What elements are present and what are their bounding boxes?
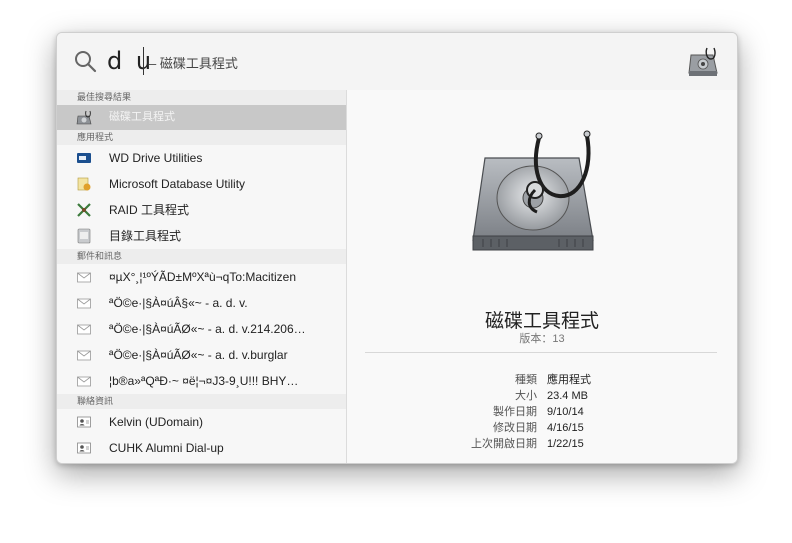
search-input[interactable]: d u — [107, 47, 154, 75]
contact-card-icon — [77, 416, 91, 428]
result-app[interactable]: WD Drive Utilities — [57, 145, 346, 171]
preview-pane: 磁碟工具程式 版本：13 種類 應用程式 大小 23.4 MB 製作日期 9/1… — [347, 90, 737, 463]
section-header-applications: 應用程式 — [57, 130, 346, 145]
result-label: CUHK Alumni Dial-up — [109, 441, 224, 455]
result-top-hit[interactable]: 磁碟工具程式 — [57, 105, 346, 130]
result-label: ªÖ©e·|§À¤úÂ§«~ - a. d. v. — [109, 296, 248, 310]
result-app[interactable]: Microsoft Database Utility — [57, 171, 346, 197]
envelope-icon — [77, 350, 91, 361]
preview-details: 種類 應用程式 大小 23.4 MB 製作日期 9/10/14 修改日期 4/1… — [347, 372, 737, 452]
section-header-mail: 郵件和訊息 — [57, 249, 346, 264]
section-header-contacts: 聯絡資訊 — [57, 394, 346, 409]
result-app[interactable]: RAID 工具程式 — [57, 197, 346, 223]
detail-row: 製作日期 9/10/14 — [347, 404, 737, 420]
section-header-top-hit: 最佳搜尋結果 — [57, 90, 346, 105]
result-label: Microsoft Database Utility — [109, 177, 246, 191]
detail-key: 製作日期 — [493, 406, 537, 418]
result-mail[interactable]: ªÖ©e·|§À¤úÃØ«~ - a. d. v.214.206… — [57, 316, 346, 342]
envelope-icon — [77, 324, 91, 335]
detail-value: 23.4 MB — [547, 390, 588, 402]
result-label: ªÖ©e·|§À¤úÃØ«~ - a. d. v.214.206… — [109, 322, 306, 336]
preview-title: 磁碟工具程式 — [484, 311, 599, 332]
result-contact[interactable]: Kelvin (UDomain) — [57, 409, 346, 435]
directory-icon — [77, 228, 91, 244]
search-suggestion: – 磁碟工具程式 — [149, 56, 238, 71]
spotlight-window: d u – 磁碟工具程式 最佳搜尋結果 磁碟工具程式 應用程式 WD Drive… — [56, 32, 738, 464]
detail-row: 修改日期 4/16/15 — [347, 420, 737, 436]
result-mail[interactable]: ªÖ©e·|§À¤úÃØ«~ - a. d. v.burglar — [57, 342, 346, 368]
detail-key: 大小 — [515, 390, 537, 402]
preview-divider — [365, 352, 717, 353]
envelope-icon — [77, 272, 91, 283]
envelope-icon — [77, 376, 91, 387]
detail-key: 上次開啟日期 — [471, 438, 537, 450]
database-icon — [77, 177, 91, 191]
detail-value: 4/16/15 — [547, 422, 584, 434]
search-icon — [75, 51, 97, 73]
detail-value: 應用程式 — [547, 374, 591, 386]
result-label: RAID 工具程式 — [109, 203, 190, 217]
result-contact[interactable]: CUHK Alumni Dial-up — [57, 435, 346, 461]
result-label: WD Drive Utilities — [109, 151, 203, 165]
detail-key: 修改日期 — [493, 422, 537, 434]
result-mail[interactable]: ªÖ©e·|§À¤úÂ§«~ - a. d. v. — [57, 290, 346, 316]
raid-icon — [77, 203, 91, 217]
detail-row: 大小 23.4 MB — [347, 388, 737, 404]
result-app[interactable]: 目錄工具程式 — [57, 223, 346, 249]
disk-utility-large-icon — [472, 130, 594, 251]
contact-card-icon — [77, 442, 91, 454]
envelope-icon — [77, 298, 91, 309]
disk-utility-icon — [688, 47, 718, 76]
result-label: ¦b®a»ªQªÐ·~ ¤ë¦¬¤J3-9¸U!!! BHY… — [109, 374, 299, 388]
detail-row: 上次開啟日期 1/22/15 — [347, 436, 737, 452]
result-label: 磁碟工具程式 — [109, 111, 175, 123]
result-mail[interactable]: ¤µX°¸¦¹ºÝÃD±MºXªù¬qTo:Macitizen — [57, 264, 346, 290]
result-label: 目錄工具程式 — [109, 229, 182, 243]
disk-utility-icon — [76, 110, 92, 125]
drive-icon — [77, 153, 91, 163]
preview-version: 版本：13 — [519, 333, 565, 345]
detail-value: 9/10/14 — [547, 406, 584, 418]
detail-row: 種類 應用程式 — [347, 372, 737, 388]
result-mail[interactable]: ¦b®a»ªQªÐ·~ ¤ë¦¬¤J3-9¸U!!! BHY… — [57, 368, 346, 394]
detail-key: 種類 — [515, 374, 537, 386]
result-label: ¤µX°¸¦¹ºÝÃD±MºXªù¬qTo:Macitizen — [109, 270, 297, 284]
result-label: Kelvin (UDomain) — [109, 415, 204, 429]
search-bar[interactable]: d u – 磁碟工具程式 — [57, 33, 737, 91]
detail-value: 1/22/15 — [547, 438, 584, 450]
results-list: 最佳搜尋結果 磁碟工具程式 應用程式 WD Drive Utilities Mi… — [57, 90, 347, 463]
result-label: ªÖ©e·|§À¤úÃØ«~ - a. d. v.burglar — [109, 348, 288, 362]
text-cursor — [143, 47, 144, 75]
